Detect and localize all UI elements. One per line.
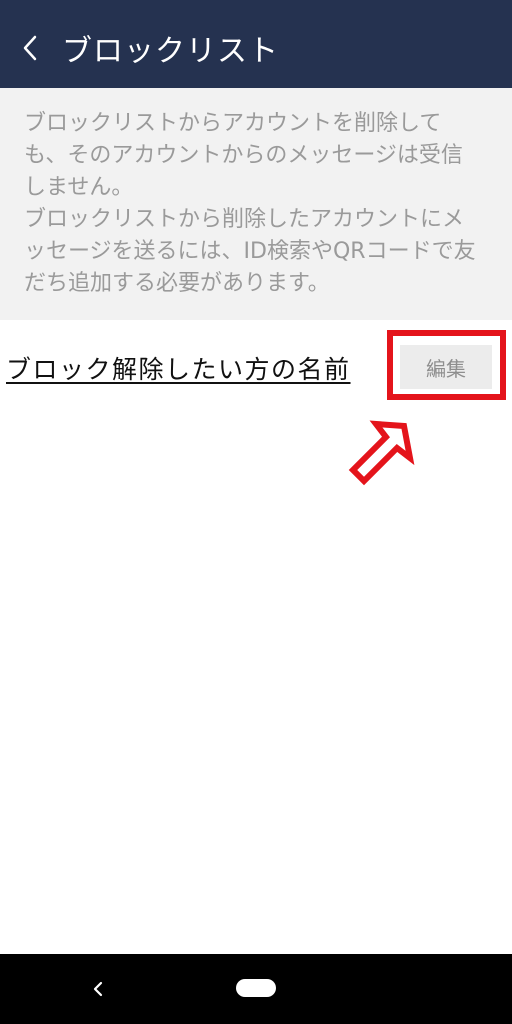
- info-text-line: しません。: [24, 175, 134, 200]
- app-header: ブロックリスト: [0, 8, 512, 88]
- info-text-line: も、そのアカウントからのメッセージは受信: [24, 143, 463, 168]
- info-text-line: ッセージを送るには、ID検索やQRコードで友: [24, 239, 476, 264]
- chevron-left-icon: [23, 35, 37, 61]
- up-arrow-outline-icon: [348, 420, 415, 486]
- nav-back-icon[interactable]: [86, 975, 110, 1003]
- system-nav-bar: [0, 954, 512, 1024]
- status-bar: [0, 0, 512, 8]
- info-panel: ブロックリストからアカウントを削除して も、そのアカウントからのメッセージは受信…: [0, 88, 512, 320]
- info-text-line: ブロックリストからアカウントを削除して: [24, 111, 442, 136]
- back-button[interactable]: [14, 28, 46, 68]
- home-pill-icon[interactable]: [236, 979, 276, 997]
- screen: ブロックリスト ブロックリストからアカウントを削除して も、そのアカウントからの…: [0, 0, 512, 1024]
- highlight-box: [387, 330, 506, 400]
- info-text-line: ブロックリストから削除したアカウントにメ: [24, 207, 465, 232]
- blocked-account-name: ブロック解除したい方の名前: [6, 355, 351, 384]
- page-title: ブロックリスト: [62, 34, 279, 69]
- info-text-line: だち追加する必要があります。: [24, 271, 330, 296]
